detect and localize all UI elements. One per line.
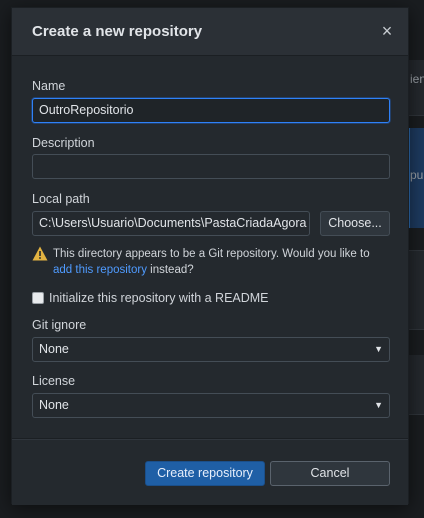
license-select[interactable]: None ▼ bbox=[32, 393, 390, 418]
dialog-title: Create a new repository bbox=[32, 23, 203, 40]
name-label: Name bbox=[32, 79, 66, 93]
gitignore-label: Git ignore bbox=[32, 318, 87, 332]
license-label: License bbox=[32, 374, 76, 388]
warning-text-after: instead? bbox=[146, 264, 194, 276]
background-text-fragment: pu bbox=[410, 168, 424, 182]
background-text-fragment: ien bbox=[410, 72, 424, 86]
dialog-header: Create a new repository × bbox=[12, 8, 408, 56]
warning-text-before: This directory appears to be a Git repos… bbox=[53, 248, 370, 260]
warning-text: This directory appears to be a Git repos… bbox=[53, 246, 388, 278]
background-panel bbox=[408, 250, 424, 330]
choose-path-button[interactable]: Choose... bbox=[320, 211, 390, 236]
description-label: Description bbox=[32, 136, 95, 150]
footer-divider bbox=[12, 439, 408, 440]
dialog-footer: Create repository Cancel bbox=[12, 438, 408, 505]
chevron-down-icon: ▼ bbox=[374, 400, 383, 410]
local-path-input[interactable]: C:\Users\Usuario\Documents\PastaCriadaAg… bbox=[32, 211, 310, 236]
close-icon[interactable]: × bbox=[378, 22, 396, 40]
warning-triangle-icon bbox=[32, 246, 48, 261]
add-this-repository-link[interactable]: add this repository bbox=[53, 264, 147, 276]
cancel-button[interactable]: Cancel bbox=[270, 461, 390, 486]
description-input[interactable] bbox=[32, 154, 390, 179]
background-panel bbox=[408, 355, 424, 415]
gitignore-selected-value: None bbox=[39, 342, 69, 356]
readme-checkbox-label[interactable]: Initialize this repository with a README bbox=[49, 291, 269, 305]
chevron-down-icon: ▼ bbox=[374, 344, 383, 354]
local-path-label: Local path bbox=[32, 192, 90, 206]
name-input[interactable]: OutroRepositorio bbox=[32, 98, 390, 123]
background-panel bbox=[408, 60, 424, 116]
create-repository-button[interactable]: Create repository bbox=[145, 461, 265, 486]
gitignore-select[interactable]: None ▼ bbox=[32, 337, 390, 362]
license-selected-value: None bbox=[39, 398, 69, 412]
readme-checkbox[interactable] bbox=[32, 292, 44, 304]
create-repository-dialog: Create a new repository × Name OutroRepo… bbox=[11, 7, 409, 505]
